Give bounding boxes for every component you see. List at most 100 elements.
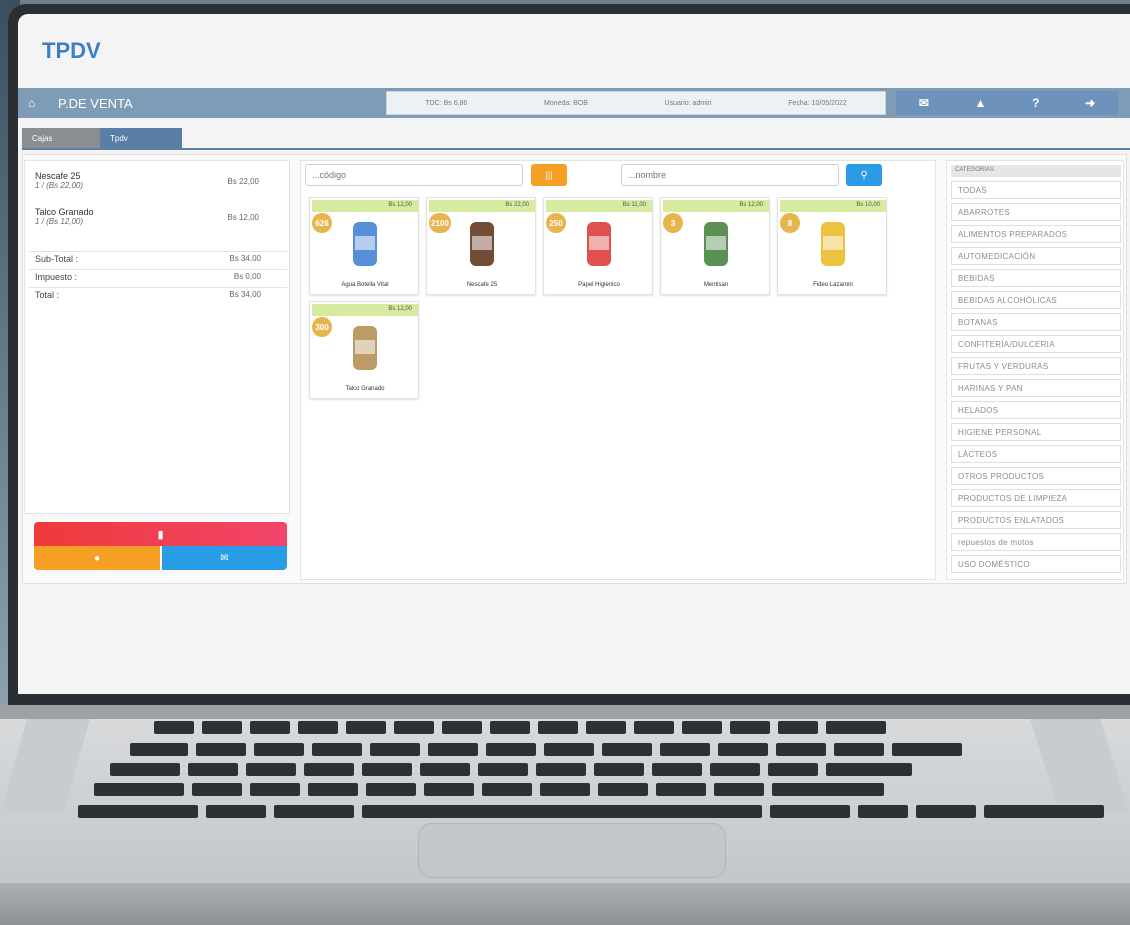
category-item[interactable]: USO DOMÉSTICO	[951, 555, 1121, 573]
key	[490, 721, 530, 734]
mail-icon[interactable]: ✉	[919, 96, 929, 110]
category-item[interactable]: BOTANAS	[951, 313, 1121, 331]
product-card[interactable]: Bs 12,00 626 Agua Botella Vital	[309, 197, 419, 295]
category-item[interactable]: ABARROTES	[951, 203, 1121, 221]
code-search-input[interactable]	[305, 164, 523, 186]
category-item[interactable]: BEBIDAS ALCOHÓLICAS	[951, 291, 1121, 309]
category-item[interactable]: ALIMENTOS PREPARADOS	[951, 225, 1121, 243]
stock-badge: 2100	[429, 213, 451, 233]
top-icons: ✉ ▲ ? ➜	[896, 91, 1118, 115]
delete-button[interactable]: ▮	[34, 522, 287, 546]
key	[154, 721, 194, 734]
key	[130, 743, 188, 756]
key	[586, 721, 626, 734]
send-button[interactable]: ✉	[162, 546, 287, 570]
key	[78, 805, 198, 818]
key	[442, 721, 482, 734]
products-panel: ||| ⚲ Bs 12,00626Agua Botella VitalBs 22…	[300, 160, 936, 580]
product-image	[340, 216, 390, 270]
key	[188, 763, 238, 776]
help-icon[interactable]: ?	[1032, 96, 1039, 110]
category-item[interactable]: TODAS	[951, 181, 1121, 199]
product-image	[808, 216, 858, 270]
product-price: Bs 10,00	[780, 200, 886, 212]
category-item[interactable]: repuestos de motos	[951, 533, 1121, 551]
tab-cajas[interactable]: Cajas	[22, 128, 100, 148]
key	[770, 805, 850, 818]
category-item[interactable]: BEBIDAS	[951, 269, 1121, 287]
category-item[interactable]: OTROS PRODUCTOS	[951, 467, 1121, 485]
stock-badge: 626	[312, 213, 332, 233]
key	[682, 721, 722, 734]
cart-list: Nescafe 25 1 / (Bs 22,00) Bs 22,00 Talco…	[24, 160, 290, 514]
logout-icon[interactable]: ➜	[1085, 96, 1095, 110]
key	[858, 805, 908, 818]
pay-button[interactable]: ●	[34, 546, 160, 570]
cart-item-price: Bs 22,00	[227, 177, 259, 186]
key	[652, 763, 702, 776]
tab-tpdv[interactable]: Tpdv	[100, 128, 182, 148]
product-image	[457, 216, 507, 270]
total-label: Total :	[35, 290, 60, 300]
barcode-button[interactable]: |||	[531, 164, 567, 186]
key	[778, 721, 818, 734]
date-text: Fecha: 10/05/2022	[788, 99, 847, 107]
key	[540, 783, 590, 796]
stock-badge: 8	[780, 213, 800, 233]
key	[202, 721, 242, 734]
key	[192, 783, 242, 796]
product-card[interactable]: Bs 22,00 2100 Nescafe 25	[426, 197, 536, 295]
home-icon[interactable]: ⌂	[28, 96, 42, 110]
key	[196, 743, 246, 756]
app-screen: TPDV ⌂ P.DE VENTA TDC: Bs 6,86 Moneda: B…	[18, 14, 1130, 694]
key	[656, 783, 706, 796]
category-item[interactable]: HIGIENE PERSONAL	[951, 423, 1121, 441]
name-search-input[interactable]	[621, 164, 839, 186]
key	[768, 763, 818, 776]
tax-value: Bs 0,00	[233, 272, 261, 281]
key	[536, 763, 586, 776]
product-price: Bs 12,00	[312, 304, 418, 316]
search-button[interactable]: ⚲	[846, 164, 882, 186]
category-item[interactable]: PRODUCTOS ENLATADOS	[951, 511, 1121, 529]
category-item[interactable]: CONFITERÍA/DULCERIA	[951, 335, 1121, 353]
product-image	[691, 216, 741, 270]
product-image	[574, 216, 624, 270]
product-image	[340, 320, 390, 374]
trackpad	[418, 823, 726, 878]
key	[346, 721, 386, 734]
product-price: Bs 12,00	[663, 200, 769, 212]
base-edge	[0, 883, 1130, 925]
cart-item-price: Bs 12,00	[227, 213, 259, 222]
cart-item[interactable]: Nescafe 25 1 / (Bs 22,00) Bs 22,00	[35, 171, 281, 190]
cart-item[interactable]: Talco Granado 1 / (Bs 12,00) Bs 12,00	[35, 207, 281, 226]
key	[254, 743, 304, 756]
product-name: Papel Higienico	[578, 282, 620, 288]
category-item[interactable]: AUTOMEDICACIÓN	[951, 247, 1121, 265]
tax-row: Impuesto : Bs 0,00	[29, 269, 287, 287]
user-text: Usuario: admin	[664, 99, 712, 107]
app-title: TPDV	[42, 38, 101, 63]
key	[714, 783, 764, 796]
category-item[interactable]: PRODUCTOS DE LIMPIEZA	[951, 489, 1121, 507]
product-card[interactable]: Bs 12,00 3 Mentisan	[660, 197, 770, 295]
product-card[interactable]: Bs 10,00 8 Fideo Lazaroni	[777, 197, 887, 295]
categories-panel: CATEGORIAS TODAS ABARROTES ALIMENTOS PREPA…	[946, 160, 1124, 580]
key	[634, 721, 674, 734]
total-value: Bs 34,00	[229, 290, 261, 299]
key	[394, 721, 434, 734]
key-row	[130, 743, 962, 756]
bell-icon[interactable]: ▲	[975, 96, 987, 110]
product-name: Mentisan	[703, 282, 729, 288]
cart-panel: Nescafe 25 1 / (Bs 22,00) Bs 22,00 Talco…	[24, 160, 290, 580]
key	[370, 743, 420, 756]
category-item[interactable]: LÁCTEOS	[951, 445, 1121, 463]
category-item[interactable]: FRUTAS Y VERDURAS	[951, 357, 1121, 375]
category-item[interactable]: HARINAS Y PAN	[951, 379, 1121, 397]
category-item[interactable]: HELADOS	[951, 401, 1121, 419]
trash-icon: ▮	[157, 528, 164, 541]
product-card[interactable]: Bs 12,00 300 Talco Granado	[309, 301, 419, 399]
product-card[interactable]: Bs 11,00 250 Papel Higienico	[543, 197, 653, 295]
totals: Sub-Total : Bs 34,00 Impuesto : Bs 0,00 …	[29, 251, 287, 305]
key	[366, 783, 416, 796]
